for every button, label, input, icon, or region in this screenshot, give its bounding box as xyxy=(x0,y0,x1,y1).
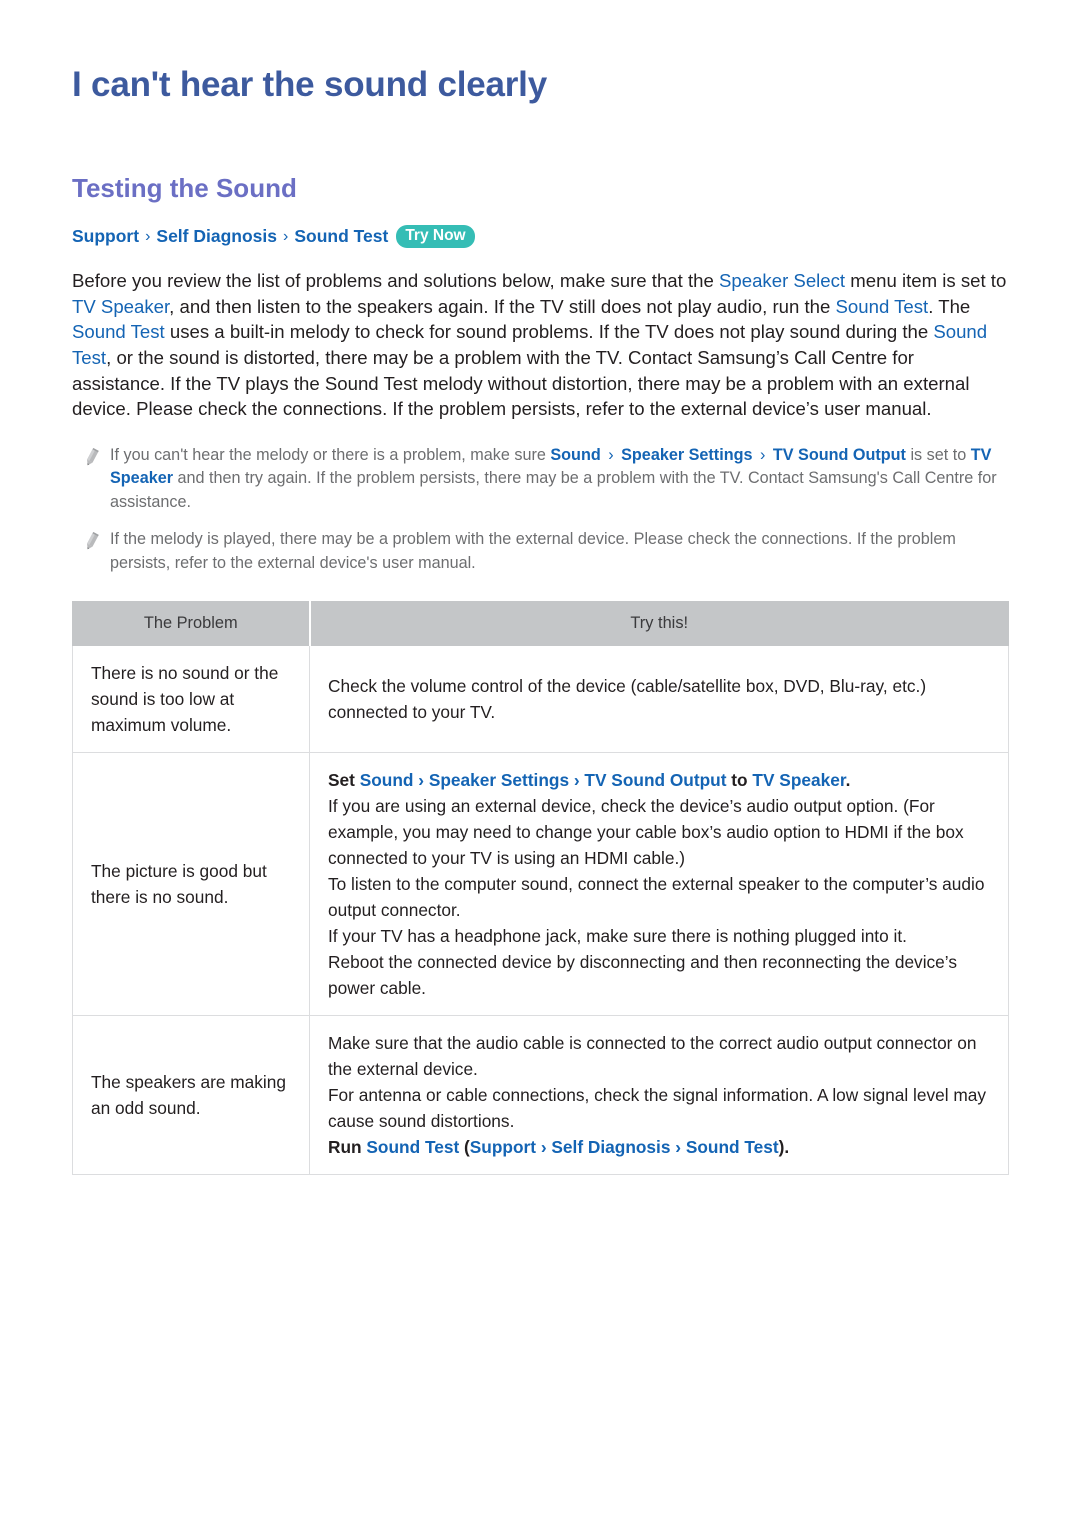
solution-line: If you are using an external device, che… xyxy=(328,793,992,871)
solution-line: If your TV has a headphone jack, make su… xyxy=(328,923,992,949)
intro-text: . The xyxy=(928,295,971,317)
solution-text: Check the volume control of the device (… xyxy=(328,676,927,723)
note-item: If the melody is played, there may be a … xyxy=(72,528,1008,575)
solution-link[interactable]: › xyxy=(569,770,584,790)
solution-text: Make sure that the audio cable is connec… xyxy=(328,1033,977,1080)
solution-line: To listen to the computer sound, connect… xyxy=(328,871,992,923)
notes-list: If you can't hear the melody or there is… xyxy=(72,444,1008,576)
intro-text: , or the sound is distorted, there may b… xyxy=(72,347,970,420)
intro-text: Before you review the list of problems a… xyxy=(72,270,719,292)
intro-text: uses a built-in melody to check for soun… xyxy=(164,321,934,343)
note-text: If you can't hear the melody or there is… xyxy=(110,444,1008,515)
solution-text: Set xyxy=(328,770,360,791)
table-header-row: The Problem Try this! xyxy=(72,601,1009,647)
link-tv-sound-output[interactable]: TV Sound Output xyxy=(773,446,906,464)
intro-paragraph: Before you review the list of problems a… xyxy=(72,268,1008,422)
table-row: The speakers are making an odd sound. Ma… xyxy=(72,1015,1009,1176)
solution-link[interactable]: Speaker Settings xyxy=(429,770,569,790)
solution-text: Reboot the connected device by disconnec… xyxy=(328,952,957,999)
cell-problem: The picture is good but there is no soun… xyxy=(72,752,310,1017)
link-sound-test[interactable]: Sound Test xyxy=(836,296,929,317)
note-text-part: If you can't hear the melody or there is… xyxy=(110,445,551,464)
note-item: If you can't hear the melody or there is… xyxy=(72,444,1008,515)
solution-line: Set Sound › Speaker Settings › TV Sound … xyxy=(328,767,992,793)
solution-text: ). xyxy=(778,1137,790,1158)
solution-link[interactable]: Sound Test xyxy=(366,1137,459,1157)
breadcrumb-item-support[interactable]: Support xyxy=(72,226,139,247)
cell-solution: Set Sound › Speaker Settings › TV Sound … xyxy=(309,752,1009,1017)
column-header-try-this: Try this! xyxy=(309,601,1009,647)
solution-text: Run xyxy=(328,1137,367,1158)
solution-line: Reboot the connected device by disconnec… xyxy=(328,949,992,1001)
chevron-right-icon: › xyxy=(755,445,770,464)
solution-link[interactable]: Sound xyxy=(360,770,414,790)
solution-link[interactable]: › xyxy=(536,1137,551,1157)
pencil-icon xyxy=(72,444,110,467)
solution-link[interactable]: Support xyxy=(470,1137,536,1157)
solution-text: If you are using an external device, che… xyxy=(328,796,964,869)
solution-text: If your TV has a headphone jack, make su… xyxy=(328,926,907,947)
solution-link[interactable]: TV Sound Output xyxy=(584,770,726,790)
solution-link[interactable]: Self Diagnosis xyxy=(551,1137,670,1157)
solution-link[interactable]: Sound Test xyxy=(686,1137,779,1157)
column-header-problem: The Problem xyxy=(72,601,311,647)
pencil-icon xyxy=(72,528,110,551)
table-header: The Problem Try this! xyxy=(72,601,1009,647)
solution-text: . xyxy=(845,770,851,791)
breadcrumb-item-sound-test[interactable]: Sound Test xyxy=(294,226,388,247)
link-sound-test[interactable]: Sound Test xyxy=(72,321,165,342)
solution-text: ( xyxy=(459,1137,470,1158)
link-tv-speaker[interactable]: TV Speaker xyxy=(72,296,169,317)
intro-text: menu item is set to xyxy=(845,270,1007,292)
solution-link[interactable]: TV Speaker xyxy=(752,770,845,790)
chevron-right-icon: › xyxy=(603,445,619,464)
try-now-badge[interactable]: Try Now xyxy=(396,225,475,249)
solution-text: To listen to the computer sound, connect… xyxy=(328,874,985,921)
troubleshooting-table: The Problem Try this! There is no sound … xyxy=(72,601,1009,1176)
cell-problem: The speakers are making an odd sound. xyxy=(72,1015,310,1176)
breadcrumb-item-self-diagnosis[interactable]: Self Diagnosis xyxy=(156,226,277,247)
table-row: The picture is good but there is no soun… xyxy=(72,752,1009,1017)
page-title: I can't hear the sound clearly xyxy=(72,65,547,104)
chevron-right-icon: › xyxy=(145,228,151,246)
table-body: There is no sound or the sound is too lo… xyxy=(72,645,1009,1176)
solution-line: Run Sound Test (Support › Self Diagnosis… xyxy=(328,1134,992,1160)
cell-solution: Check the volume control of the device (… xyxy=(309,645,1009,754)
note-text-part: and then try again. If the problem persi… xyxy=(110,469,997,511)
link-sound[interactable]: Sound xyxy=(550,446,600,464)
note-text-part: is set to xyxy=(905,445,971,464)
solution-text: For antenna or cable connections, check … xyxy=(328,1085,987,1132)
note-text: If the melody is played, there may be a … xyxy=(110,530,956,572)
cell-problem: There is no sound or the sound is too lo… xyxy=(72,645,310,754)
solution-line: Make sure that the audio cable is connec… xyxy=(328,1030,992,1082)
breadcrumb: Support › Self Diagnosis › Sound Test Tr… xyxy=(72,225,1008,249)
chevron-right-icon: › xyxy=(283,228,289,246)
link-speaker-settings[interactable]: Speaker Settings xyxy=(621,446,752,464)
cell-solution: Make sure that the audio cable is connec… xyxy=(309,1015,1009,1176)
page-container: I can't hear the sound clearly Testing t… xyxy=(0,0,1080,1176)
table-row: There is no sound or the sound is too lo… xyxy=(72,645,1009,754)
intro-text: , and then listen to the speakers again.… xyxy=(169,295,836,317)
link-speaker-select[interactable]: Speaker Select xyxy=(719,270,845,291)
solution-text: to xyxy=(726,770,753,791)
solution-link[interactable]: › xyxy=(670,1137,685,1157)
solution-line: For antenna or cable connections, check … xyxy=(328,1082,992,1134)
solution-line: Check the volume control of the device (… xyxy=(328,673,992,725)
section-title: Testing the Sound xyxy=(72,173,297,204)
solution-link[interactable]: › xyxy=(413,770,428,790)
